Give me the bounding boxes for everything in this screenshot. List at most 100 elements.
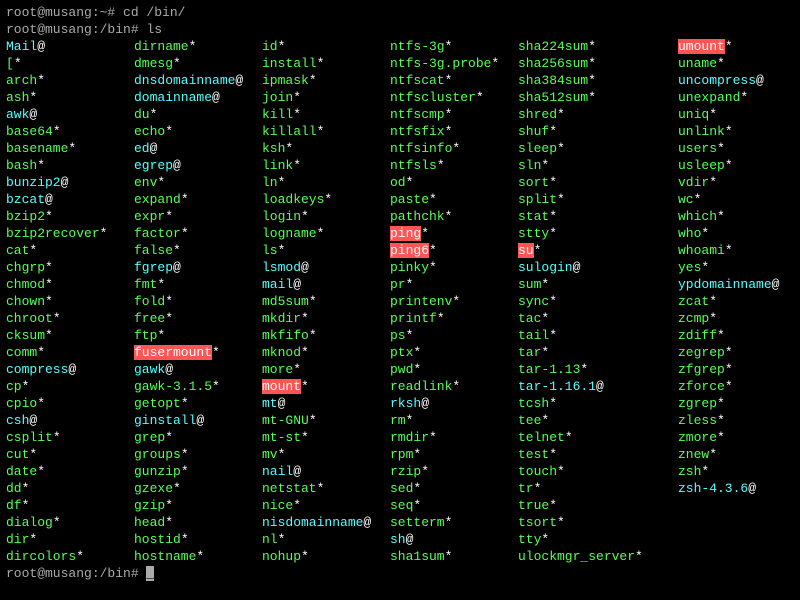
prompt-line-2: root@musang:/bin# ls: [6, 21, 794, 38]
file-entry: ntfscluster*: [390, 89, 518, 106]
file-suffix: @: [278, 396, 286, 411]
file-entry: users*: [678, 140, 800, 157]
file-suffix: *: [157, 277, 165, 292]
file-name: who: [678, 226, 701, 241]
file-suffix: @: [748, 481, 756, 496]
file-entry: sed*: [390, 480, 518, 497]
file-name: bzcat: [6, 192, 45, 207]
shell-prompt: root@musang:/bin#: [6, 566, 146, 581]
file-name: basename: [6, 141, 68, 156]
file-suffix: *: [37, 158, 45, 173]
file-entry: ntfscat*: [390, 72, 518, 89]
file-entry: chown*: [6, 293, 134, 310]
file-entry: kill*: [262, 106, 390, 123]
file-suffix: *: [293, 107, 301, 122]
file-suffix: *: [413, 447, 421, 462]
file-suffix: *: [452, 141, 460, 156]
file-suffix: *: [452, 294, 460, 309]
file-suffix: *: [421, 464, 429, 479]
file-entry: expand*: [134, 191, 262, 208]
file-name: factor: [134, 226, 181, 241]
file-entry: base64*: [6, 123, 134, 140]
file-suffix: *: [429, 192, 437, 207]
file-entry: tac*: [518, 310, 678, 327]
file-suffix: *: [557, 192, 565, 207]
file-suffix: *: [476, 90, 484, 105]
file-name: wc: [678, 192, 694, 207]
file-name: printf: [390, 311, 437, 326]
file-entry: sln*: [518, 157, 678, 174]
file-suffix: *: [14, 56, 22, 71]
file-suffix: *: [317, 56, 325, 71]
file-name: expr: [134, 209, 165, 224]
file-entry: ps*: [390, 327, 518, 344]
file-name: netstat: [262, 481, 317, 496]
file-name: sort: [518, 175, 549, 190]
file-name: sha384sum: [518, 73, 588, 88]
file-name: users: [678, 141, 717, 156]
file-entry: usleep*: [678, 157, 800, 174]
file-suffix: *: [150, 107, 158, 122]
file-entry: bunzip2@: [6, 174, 134, 191]
file-entry: bzip2recover*: [6, 225, 134, 242]
file-suffix: @: [421, 396, 429, 411]
file-suffix: *: [22, 379, 30, 394]
file-entry: rmdir*: [390, 429, 518, 446]
file-suffix: *: [717, 396, 725, 411]
file-suffix: *: [429, 260, 437, 275]
file-entry: bash*: [6, 157, 134, 174]
ls-column: dirname*dmesg*dnsdomainname@domainname@d…: [134, 38, 262, 565]
file-entry: ls*: [262, 242, 390, 259]
file-entry: ash*: [6, 89, 134, 106]
file-name: egrep: [134, 158, 173, 173]
file-suffix: *: [100, 226, 108, 241]
file-suffix: @: [212, 90, 220, 105]
file-entry: sort*: [518, 174, 678, 191]
file-name: readlink: [390, 379, 452, 394]
file-name: gawk-3.1.5: [134, 379, 212, 394]
file-suffix: *: [541, 311, 549, 326]
file-suffix: @: [772, 277, 780, 292]
file-name: sha224sum: [518, 39, 588, 54]
file-entry: ypdomainname@: [678, 276, 800, 293]
file-entry: sleep*: [518, 140, 678, 157]
file-suffix: *: [725, 362, 733, 377]
file-entry: ntfs-3g*: [390, 38, 518, 55]
file-entry: dirname*: [134, 38, 262, 55]
file-suffix: *: [301, 209, 309, 224]
file-name: which: [678, 209, 717, 224]
file-entry: Mail@: [6, 38, 134, 55]
file-entry: csplit*: [6, 429, 134, 446]
file-suffix: *: [165, 311, 173, 326]
file-entry: du*: [134, 106, 262, 123]
file-name: join: [262, 90, 293, 105]
file-name: ksh: [262, 141, 285, 156]
file-suffix: *: [309, 413, 317, 428]
ls-column: sha224sum*sha256sum*sha384sum*sha512sum*…: [518, 38, 678, 565]
file-entry: rksh@: [390, 395, 518, 412]
file-suffix: *: [580, 362, 588, 377]
file-suffix: *: [445, 209, 453, 224]
file-entry: arch*: [6, 72, 134, 89]
file-entry: shuf*: [518, 123, 678, 140]
file-name: setterm: [390, 515, 445, 530]
terminal[interactable]: root@musang:~# cd /bin/ root@musang:/bin…: [0, 0, 800, 586]
file-suffix: *: [76, 549, 84, 564]
file-entry: seq*: [390, 497, 518, 514]
file-entry: nohup*: [262, 548, 390, 565]
file-name: tar-1.16.1: [518, 379, 596, 394]
file-name: base64: [6, 124, 53, 139]
file-entry: zdiff*: [678, 327, 800, 344]
file-name: gzexe: [134, 481, 173, 496]
file-name: od: [390, 175, 406, 190]
file-entry: cpio*: [6, 395, 134, 412]
file-entry: zcat*: [678, 293, 800, 310]
file-suffix: *: [588, 90, 596, 105]
file-name: nice: [262, 498, 293, 513]
file-entry: ksh*: [262, 140, 390, 157]
prompt-line-3[interactable]: root@musang:/bin# _: [6, 565, 794, 582]
file-suffix: @: [293, 277, 301, 292]
file-entry: umount*: [678, 38, 800, 55]
file-name: pinky: [390, 260, 429, 275]
file-entry: pwd*: [390, 361, 518, 378]
